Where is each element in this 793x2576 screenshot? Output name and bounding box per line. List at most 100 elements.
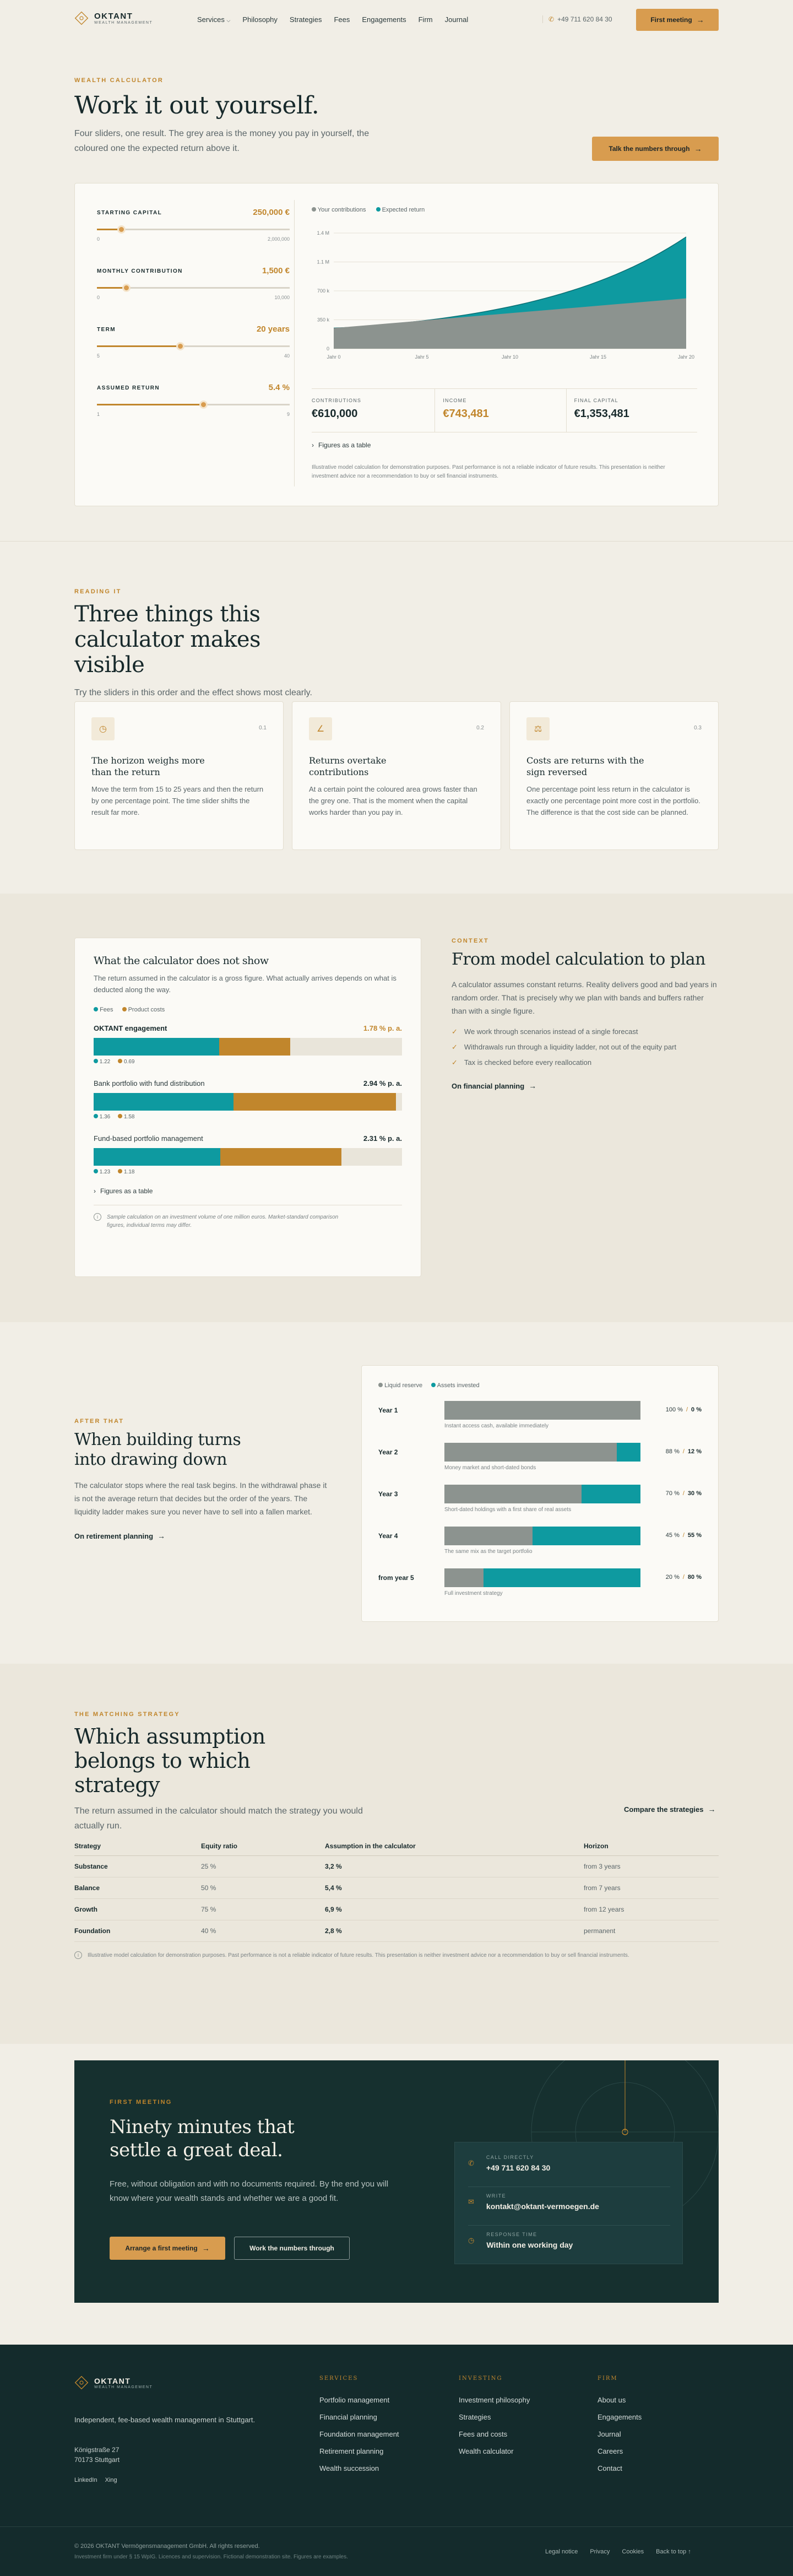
pct-divider: / <box>682 1574 685 1581</box>
compare-strategies-link[interactable]: Compare the strategies → <box>624 1805 716 1814</box>
contact-value: +49 711 620 84 30 <box>486 2163 551 2172</box>
retirement-planning-link[interactable]: On retirement planning → <box>74 1531 333 1540</box>
ladder-row: Year 3 Short-dated holdings with a first … <box>378 1485 702 1527</box>
nav-services[interactable]: Services ⌵ <box>197 15 230 24</box>
footer-link[interactable]: Journal <box>598 2430 642 2438</box>
ladder-note: Full investment strategy <box>444 1590 503 1597</box>
liquid-segment <box>444 1568 484 1587</box>
slider-track[interactable] <box>97 401 290 409</box>
ladder-row: Year 1 Instant access cash, available imm… <box>378 1401 702 1443</box>
slider-min: 0 <box>97 236 100 242</box>
contact-text: WRITE kontakt@oktant-vermoegen.de <box>486 2193 599 2211</box>
nav-philosophy[interactable]: Philosophy <box>242 15 278 24</box>
fees-segment <box>94 1148 220 1166</box>
context-title: From model calculation to plan <box>452 950 705 969</box>
cookies-link[interactable]: Cookies <box>622 2548 644 2555</box>
footer-address-2: 70173 Stuttgart <box>74 2456 120 2464</box>
link-label: On retirement planning <box>74 1531 154 1540</box>
table-header-row: Strategy Equity ratio Assumption in the ca… <box>74 1837 719 1856</box>
stat-final-capital: FINAL CAPITAL €1,353,481 <box>566 389 697 432</box>
legend-label: Your contributions <box>317 207 366 213</box>
nav-firm[interactable]: Firm <box>419 15 433 24</box>
costs-table-toggle[interactable]: › Figures as a table <box>94 1187 402 1195</box>
arrange-meeting-button[interactable]: Arrange a first meeting → <box>110 2237 225 2260</box>
liquid-segment <box>444 1443 617 1462</box>
check-item: ✓ Tax is checked before every reallocatio… <box>452 1058 719 1067</box>
footer-link[interactable]: Fees and costs <box>459 2430 530 2438</box>
first-meeting-button[interactable]: First meeting → <box>636 9 719 31</box>
nav-fees[interactable]: Fees <box>334 15 350 24</box>
pct-divider: / <box>682 1532 685 1539</box>
footer-link[interactable]: Strategies <box>459 2413 530 2421</box>
privacy-link[interactable]: Privacy <box>590 2548 610 2555</box>
invested-segment <box>617 1443 640 1462</box>
logo[interactable]: OKTANT WEALTH MANAGEMENT <box>74 11 153 25</box>
chevron-right-icon: › <box>312 441 314 449</box>
after-text: The calculator stops where the real task… <box>74 1481 327 1516</box>
invested-pct: 30 % <box>687 1490 702 1497</box>
ladder-percent: 70 %/30 % <box>666 1490 702 1497</box>
table-cell: Substance <box>74 1855 201 1877</box>
strategy-eyebrow: THE MATCHING STRATEGY <box>74 1711 180 1718</box>
work-numbers-button[interactable]: Work the numbers through <box>234 2237 350 2260</box>
hero-eyebrow: WEALTH CALCULATOR <box>74 77 164 84</box>
ladder-note: The same mix as the target portfolio <box>444 1549 533 1555</box>
nav-engagements[interactable]: Engagements <box>362 15 406 24</box>
footer-link[interactable]: Contact <box>598 2464 642 2472</box>
legal-notice-link[interactable]: Legal notice <box>545 2548 578 2555</box>
xing-link[interactable]: Xing <box>105 2477 117 2483</box>
talk-numbers-button[interactable]: Talk the numbers through → <box>592 137 719 161</box>
linkedin-link[interactable]: LinkedIn <box>74 2477 97 2483</box>
button-label: Talk the numbers through <box>609 145 690 153</box>
meeting-title: Ninety minutes that settle a great deal. <box>110 2116 295 2161</box>
slider-track[interactable] <box>97 342 290 350</box>
logo-icon <box>74 2375 89 2390</box>
cost-row: OKTANT engagement 1.78 % p. a. 1.22 0.69 <box>94 1024 402 1065</box>
financial-planning-link[interactable]: On financial planning → <box>452 1081 719 1090</box>
slider-track[interactable] <box>97 284 290 292</box>
footer-link[interactable]: Retirement planning <box>319 2447 399 2455</box>
footer-logo[interactable]: OKTANT WEALTH MANAGEMENT <box>74 2375 153 2390</box>
footer-link[interactable]: Foundation management <box>319 2430 399 2438</box>
context-checklist: ✓ We work through scenarios instead of a … <box>452 1027 719 1067</box>
slider-thumb[interactable] <box>176 342 184 350</box>
nav-journal[interactable]: Journal <box>445 15 469 24</box>
contact-item[interactable]: ✉ WRITE kontakt@oktant-vermoegen.de <box>468 2193 670 2226</box>
footer-link[interactable]: Engagements <box>598 2413 642 2421</box>
footer-link[interactable]: Wealth calculator <box>459 2447 530 2455</box>
ladder-percent: 45 %/55 % <box>666 1532 702 1539</box>
contact-item: ◷ RESPONSE TIME Within one working day <box>468 2232 573 2249</box>
slider-track[interactable] <box>97 225 290 234</box>
ladder-bar <box>444 1527 640 1545</box>
check-item: ✓ Withdrawals run through a liquidity lad… <box>452 1043 719 1052</box>
slider-thumb[interactable] <box>122 284 131 292</box>
check-icon: ✓ <box>452 1058 458 1067</box>
contact-item[interactable]: ✆ CALL DIRECTLY +49 711 620 84 30 <box>468 2155 670 2187</box>
slider-thumb[interactable] <box>117 225 126 234</box>
ladder-row-label: Year 4 <box>378 1532 398 1540</box>
product-segment <box>219 1038 290 1056</box>
footer-link[interactable]: About us <box>598 2396 642 2404</box>
table-cell: from 7 years <box>584 1877 719 1899</box>
footer-link[interactable]: Investment philosophy <box>459 2396 530 2404</box>
reading-eyebrow: READING IT <box>74 588 122 595</box>
nav-phone[interactable]: ✆ +49 711 620 84 30 <box>542 15 612 23</box>
figures-table-toggle[interactable]: › Figures as a table <box>312 441 371 449</box>
footer-link[interactable]: Financial planning <box>319 2413 399 2421</box>
table-row: Balance 50 % 5,4 % from 7 years <box>74 1877 719 1899</box>
page-title: Work it out yourself. <box>74 91 319 120</box>
legend-label: Fees <box>100 1006 113 1013</box>
phone-icon: ✆ <box>548 15 555 23</box>
footer-link[interactable]: Careers <box>598 2447 642 2455</box>
reading-lead: Try the sliders in this order and the ef… <box>74 688 312 697</box>
product-segment <box>220 1148 341 1166</box>
costs-note: Sample calculation on an investment volu… <box>107 1214 339 1229</box>
product-dot <box>118 1114 123 1118</box>
legend-contributions: Your contributions <box>312 207 366 213</box>
footer-link[interactable]: Portfolio management <box>319 2396 399 2404</box>
nav-strategies[interactable]: Strategies <box>290 15 322 24</box>
back-to-top-link[interactable]: Back to top ↑ <box>656 2548 691 2555</box>
footer-link[interactable]: Wealth succession <box>319 2464 399 2472</box>
fee-value-text: 1.22 <box>99 1059 111 1065</box>
slider-thumb[interactable] <box>199 401 208 409</box>
